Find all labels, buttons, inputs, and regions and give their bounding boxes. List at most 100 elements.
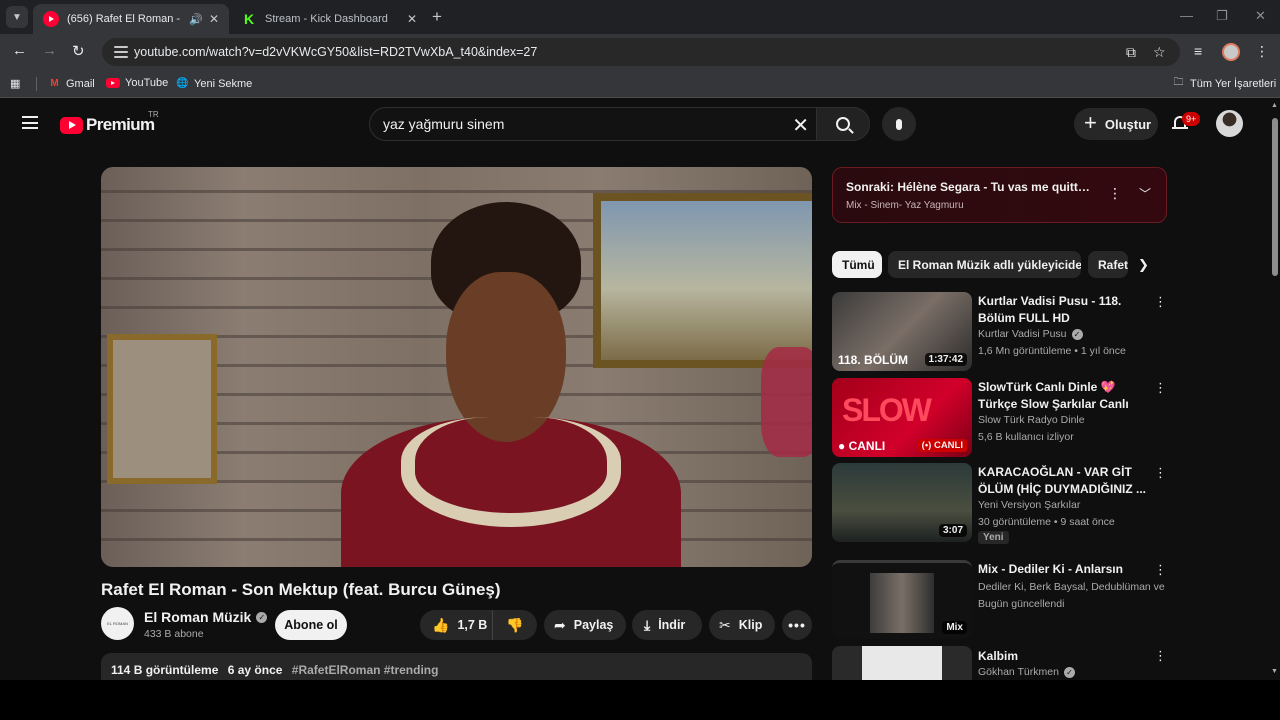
apps-grid-icon[interactable]: ▦ (10, 77, 20, 90)
live-badge: (•) CANLI (917, 439, 967, 452)
download-button[interactable]: ⤓ İndir (632, 610, 702, 640)
like-button[interactable]: 👍 1,7 B (420, 610, 493, 640)
more-options-icon[interactable]: ⋮ (1154, 294, 1167, 310)
video-thumbnail[interactable]: 3:07 (832, 463, 972, 542)
scroll-down-icon[interactable]: ▼ (1271, 668, 1278, 675)
mix-label: Mix (942, 621, 967, 634)
clip-button[interactable]: ✂ Klip (709, 610, 775, 640)
create-label: Oluştur (1104, 116, 1152, 132)
scroll-up-icon[interactable]: ▲ (1271, 102, 1278, 109)
account-avatar[interactable] (1216, 110, 1243, 137)
more-options-icon[interactable]: ⋮ (1154, 380, 1167, 396)
rec-title[interactable]: KARACAOĞLAN - VAR GİT ÖLÜM (HİÇ DUYMADIĞ… (978, 464, 1148, 498)
tab-youtube[interactable]: (656) Rafet El Roman - Son 🔊 ✕ (33, 4, 229, 34)
channel-name[interactable]: El Roman Müzik (144, 609, 251, 625)
chevron-right-icon[interactable]: ❯ (1138, 257, 1149, 273)
channel-avatar[interactable]: EL ROMAN (101, 607, 134, 640)
bookmarks-bar: ▦ M Gmail YouTube 🌐 Yeni Sekme 🗀 Tüm Yer… (0, 70, 1280, 98)
dislike-button[interactable]: 👎 (493, 617, 537, 634)
rec-channel-row[interactable]: Yeni Versiyon Şarkılar (978, 499, 1168, 511)
country-code: TR (148, 110, 159, 119)
like-count: 1,7 B (457, 618, 488, 632)
close-tab-icon[interactable]: ✕ (407, 12, 417, 26)
restore-icon[interactable]: ❐ (1216, 8, 1228, 24)
search-value[interactable]: yaz yağmuru sinem (383, 116, 504, 132)
bookmark-separator (36, 77, 37, 91)
more-options-icon[interactable]: ⋮ (1154, 465, 1167, 481)
speaker-icon[interactable]: 🔊 (189, 13, 203, 26)
reload-icon[interactable]: ↻ (72, 42, 85, 60)
recommendation-item[interactable]: Kalbim Gökhan Türkmen ✓ ⋮ (832, 646, 1172, 680)
rec-title[interactable]: Kalbim (978, 648, 1148, 665)
chevron-down-icon[interactable]: ﹀ (1139, 185, 1151, 202)
address-bar[interactable]: youtube.com/watch?v=d2vVKWcGY50&list=RD2… (102, 38, 1180, 66)
install-app-icon[interactable]: ⧉ (1126, 44, 1136, 61)
bookmark-star-icon[interactable]: ☆ (1153, 44, 1166, 61)
scroll-thumb[interactable] (1272, 118, 1278, 276)
more-options-icon[interactable]: ⋮ (1108, 185, 1122, 202)
flowers-image (761, 347, 812, 457)
up-next-card[interactable]: Sonraki: Hélène Segara - Tu vas me quitt… (832, 167, 1167, 223)
rec-channel-row[interactable]: Gökhan Türkmen ✓ (978, 666, 1168, 678)
minimize-icon[interactable]: — (1180, 8, 1193, 23)
subscribe-button[interactable]: Abone ol (275, 610, 347, 640)
close-window-icon[interactable]: ✕ (1255, 8, 1266, 24)
all-bookmarks[interactable]: 🗀 Tüm Yer İşaretleri (1172, 77, 1277, 90)
profile-icon[interactable] (1222, 43, 1240, 61)
rec-channel: Slow Türk Radyo Dinle (978, 414, 1085, 426)
verified-icon: ✓ (1071, 328, 1083, 340)
channel-name-row[interactable]: El Roman Müzik ✓ (144, 609, 268, 625)
forward-icon[interactable]: → (42, 42, 57, 59)
video-thumbnail[interactable]: SLOW ● CANLI (•) CANLI (832, 378, 972, 457)
voice-search-button[interactable] (882, 107, 916, 141)
tab-kick[interactable]: K Stream - Kick Dashboard ✕ (231, 4, 427, 34)
site-info-icon[interactable] (114, 46, 128, 58)
video-player[interactable] (101, 167, 812, 567)
page-scrollbar[interactable]: ▲ ▼ (1269, 100, 1280, 680)
clear-search-icon[interactable]: ✕ (792, 113, 809, 138)
chip-rafet[interactable]: Rafet (1088, 251, 1128, 278)
chip-uploader[interactable]: El Roman Müzik adlı yükleyiciden (888, 251, 1081, 278)
close-tab-icon[interactable]: ✕ (209, 12, 219, 26)
new-tab-icon[interactable]: + (432, 7, 442, 27)
rec-title[interactable]: Mix - Dediler Ki - Anlarsın (978, 561, 1148, 578)
hashtags[interactable]: #RafetElRoman #trending (292, 663, 439, 677)
create-button[interactable]: + Oluştur (1074, 108, 1158, 140)
media-control-icon[interactable]: ≡ (1194, 43, 1202, 59)
kick-favicon-icon: K (243, 11, 255, 27)
search-button[interactable] (816, 107, 870, 141)
rec-channel-row[interactable]: Slow Türk Radyo Dinle (978, 414, 1168, 426)
rec-channel-row[interactable]: Dediler Ki, Berk Baysal, Dedublüman ve d… (978, 581, 1168, 593)
bookmark-gmail[interactable]: M Gmail (48, 77, 94, 90)
bookmark-youtube[interactable]: YouTube (106, 77, 168, 89)
more-actions-icon[interactable]: ••• (782, 610, 812, 640)
video-thumbnail[interactable]: 118. BÖLÜM 1:37:42 (832, 292, 972, 371)
rec-title[interactable]: SlowTürk Canlı Dinle 💖 Türkçe Slow Şarkı… (978, 379, 1148, 413)
share-button[interactable]: ➦ Paylaş (544, 610, 626, 640)
filter-chips: Tümü El Roman Müzik adlı yükleyiciden Ra… (832, 251, 1167, 279)
menu-dots-icon[interactable]: ⋮ (1255, 43, 1269, 60)
video-thumbnail[interactable] (832, 646, 972, 680)
recommendation-item[interactable]: SLOW ● CANLI (•) CANLI SlowTürk Canlı Di… (832, 378, 1172, 458)
search-input[interactable]: yaz yağmuru sinem ✕ (369, 107, 817, 141)
rec-title[interactable]: Kurtlar Vadisi Pusu - 118. Bölüm FULL HD (978, 293, 1148, 327)
chip-all[interactable]: Tümü (832, 251, 882, 278)
more-options-icon[interactable]: ⋮ (1154, 648, 1167, 664)
recommendation-item[interactable]: Mix Mix - Dediler Ki - Anlarsın Dediler … (832, 560, 1172, 640)
bookmark-label: YouTube (125, 77, 169, 89)
view-count: 114 B görüntüleme (111, 663, 219, 677)
recommendation-item[interactable]: 3:07 KARACAOĞLAN - VAR GİT ÖLÜM (HİÇ DUY… (832, 463, 1172, 544)
rec-channel: Yeni Versiyon Şarkılar (978, 499, 1081, 511)
bookmark-new-tab[interactable]: 🌐 Yeni Sekme (176, 77, 252, 90)
rec-channel-row[interactable]: Kurtlar Vadisi Pusu ✓ (978, 328, 1168, 340)
video-thumbnail[interactable]: Mix (832, 560, 972, 639)
youtube-favicon-icon (43, 11, 59, 27)
tab-search-chevron-icon[interactable]: ▼ (6, 6, 28, 28)
scissors-icon: ✂ (719, 616, 731, 633)
back-icon[interactable]: ← (12, 42, 27, 59)
youtube-premium-logo[interactable]: Premium TR (60, 110, 159, 135)
url-text[interactable]: youtube.com/watch?v=d2vVKWcGY50&list=RD2… (134, 45, 537, 59)
menu-hamburger-icon[interactable] (22, 116, 38, 129)
recommendation-item[interactable]: 118. BÖLÜM 1:37:42 Kurtlar Vadisi Pusu -… (832, 292, 1172, 372)
more-options-icon[interactable]: ⋮ (1154, 562, 1167, 578)
